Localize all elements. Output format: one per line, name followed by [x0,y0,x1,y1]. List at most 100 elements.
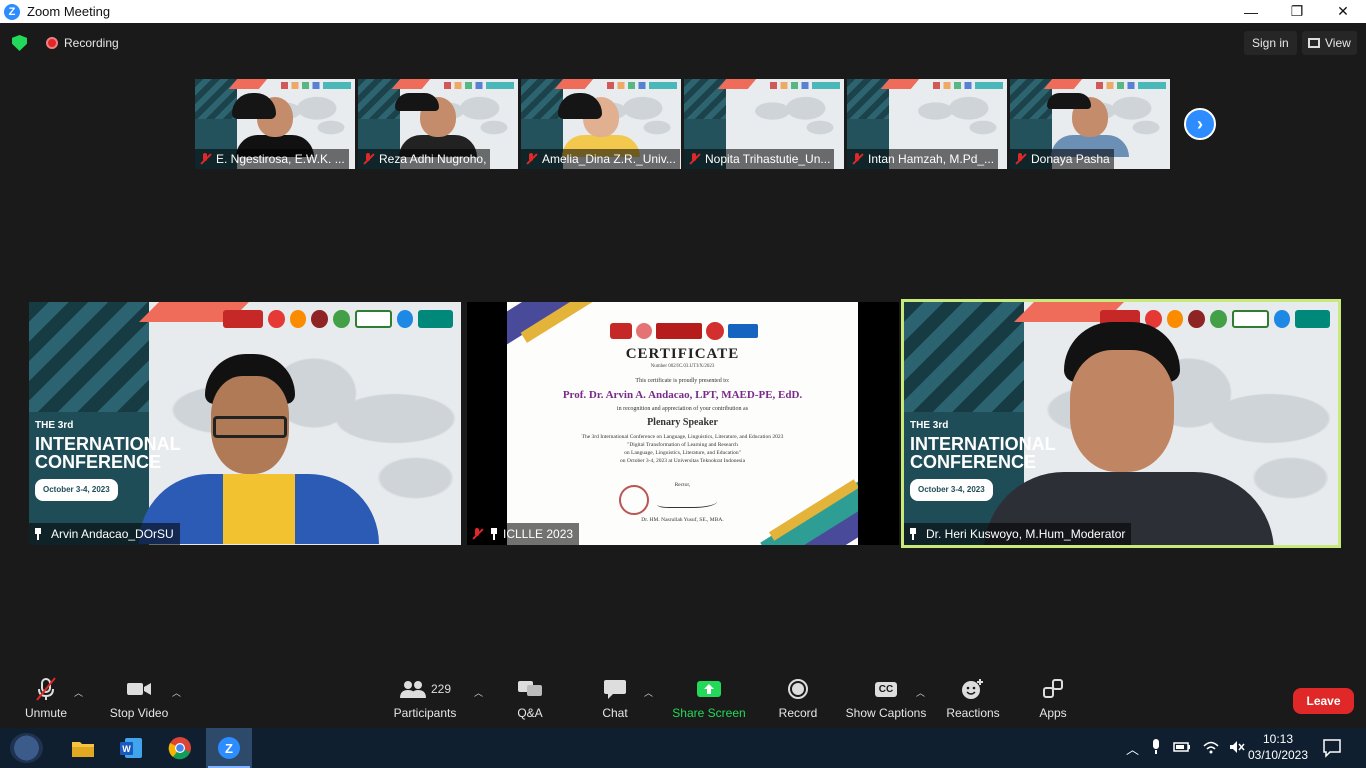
certificate-presented: This certificate is proudly presented to… [635,378,730,384]
participant-thumbnail[interactable]: Intan Hamzah, M.Pd_... [847,79,1007,169]
leave-button[interactable]: Leave [1293,688,1354,714]
certificate-number: Number 002/IC.03.UTI/X/2023 [650,364,715,369]
logo [396,310,414,328]
qa-bubble-icon [517,672,543,706]
hair [1047,93,1091,109]
conference-word-2: CONFERENCE [35,452,162,472]
participant-video [1047,93,1129,157]
participant-thumbnail[interactable]: Nopita Trihastutie_Un... [684,79,844,169]
certificate-role: Plenary Speaker [647,417,718,428]
tray-expand-icon[interactable]: ︿ [1126,739,1139,758]
participants-count: 229 [430,682,452,696]
participants-button[interactable]: 229 Participants [390,672,460,728]
conference-edition: THE 3rd [910,420,949,431]
chat-button[interactable]: Chat [598,672,632,728]
pin-icon [33,528,43,540]
windows-start-icon[interactable] [10,733,43,763]
window-controls: — ❐ ✕ [1228,0,1366,23]
logo [1295,310,1331,328]
conference-date: October 3-4, 2023 [910,479,993,501]
share-screen-label: Share Screen [672,706,746,720]
participant-strip: E. Ngestirosa, E.W.K. ... Reza Adhi Nugr… [195,79,1170,169]
unmute-button[interactable]: Unmute [22,672,70,728]
meeting-top-bar: Recording Sign in View [0,23,1366,63]
signature [657,492,717,508]
participant-name: E. Ngestirosa, E.W.K. ... [216,152,345,166]
logo [728,324,758,338]
restore-button[interactable]: ❐ [1274,0,1320,23]
chrome-icon[interactable] [157,728,203,768]
conference-date: October 3-4, 2023 [35,479,118,501]
video-tile-center[interactable]: CERTIFICATE Number 002/IC.03.UTI/X/2023 … [467,302,899,545]
mic-muted-icon [33,672,59,706]
conference-edition: THE 3rd [35,420,74,431]
word-icon[interactable]: W [108,728,154,768]
zoom-taskbar-icon[interactable]: Z [206,728,252,768]
taskbar-clock[interactable]: 10:13 03/10/2023 [1246,731,1310,763]
meeting-toolbar: Unmute ︿ Stop Video ︿ 229 Participants ︿… [0,672,1366,728]
video-options-caret-icon[interactable]: ︿ [172,686,181,699]
participant-thumbnail[interactable]: E. Ngestirosa, E.W.K. ... [195,79,355,169]
battery-icon[interactable] [1173,741,1191,756]
apps-button[interactable]: Apps [1036,672,1070,728]
svg-text:W: W [122,744,131,754]
certificate-title: CERTIFICATE [625,346,740,362]
reactions-button[interactable]: Reactions [944,672,1002,728]
wifi-icon[interactable] [1203,740,1219,757]
participant-thumbnail[interactable]: Amelia_Dina Z.R._Univ... [521,79,681,169]
participant-name-tag: ICLLLE 2023 [467,523,580,545]
audio-options-caret-icon[interactable]: ︿ [74,686,83,699]
video-tile-right-active-speaker[interactable]: THE 3rd INTERNATIONAL CONFERENCE October… [901,299,1341,548]
system-tray: ︿ [1126,728,1245,768]
participants-options-caret-icon[interactable]: ︿ [474,686,483,699]
mic-muted-icon [199,153,211,165]
view-button[interactable]: View [1302,31,1357,55]
recording-indicator[interactable]: Recording [42,32,125,54]
share-screen-button[interactable]: Share Screen [672,672,746,728]
certificate-rector: Rector, [674,482,691,488]
participant-name-tag: Reza Adhi Nugroho, [358,149,491,169]
participant-thumbnail[interactable]: Reza Adhi Nugroho, [358,79,518,169]
notifications-icon[interactable] [1322,738,1342,763]
logo [289,310,307,328]
recording-label: Recording [64,36,119,50]
background-map [907,89,1002,144]
record-button[interactable]: Record [776,672,820,728]
clock-date: 03/10/2023 [1247,748,1309,762]
captions-options-caret-icon[interactable]: ︿ [916,686,925,699]
mic-muted-icon [688,153,700,165]
logo [610,323,632,339]
apps-icon [1042,672,1064,706]
minimize-button[interactable]: — [1228,0,1274,23]
logo [311,310,328,328]
logo [656,323,702,339]
smiley-plus-icon [961,672,985,706]
conference-word-1: INTERNATIONAL [910,434,1056,454]
qa-button[interactable]: Q&A [510,672,550,728]
background-triangles [904,302,1024,412]
captions-icon: CC [874,672,898,706]
mic-muted-icon [362,153,374,165]
video-tile-left[interactable]: THE 3rd INTERNATIONAL CONFERENCE October… [29,302,461,545]
mic-tray-icon[interactable] [1151,738,1161,758]
captions-badge: CC [874,681,898,697]
stop-video-button[interactable]: Stop Video [106,672,172,728]
security-shield-icon[interactable] [12,35,27,51]
participant-name-tag: Dr. Heri Kuswoyo, M.Hum_Moderator [904,523,1132,545]
file-explorer-icon[interactable] [60,728,106,768]
show-captions-button[interactable]: CC Show Captions [844,672,928,728]
hair [395,93,439,111]
participant-name: ICLLLE 2023 [503,527,574,541]
sign-in-button[interactable]: Sign in [1244,31,1297,55]
conference-word-1: INTERNATIONAL [35,434,181,454]
participant-video [395,93,477,157]
sponsor-logos [281,82,351,89]
chat-options-caret-icon[interactable]: ︿ [644,686,653,699]
participants-icon: 229 [399,672,451,706]
participant-thumbnail[interactable]: Donaya Pasha [1010,79,1170,169]
speaker-muted-icon[interactable] [1229,740,1245,757]
close-button[interactable]: ✕ [1320,0,1366,23]
mic-muted-icon [851,153,863,165]
next-page-button[interactable]: › [1184,108,1216,140]
unmute-label: Unmute [24,706,68,720]
